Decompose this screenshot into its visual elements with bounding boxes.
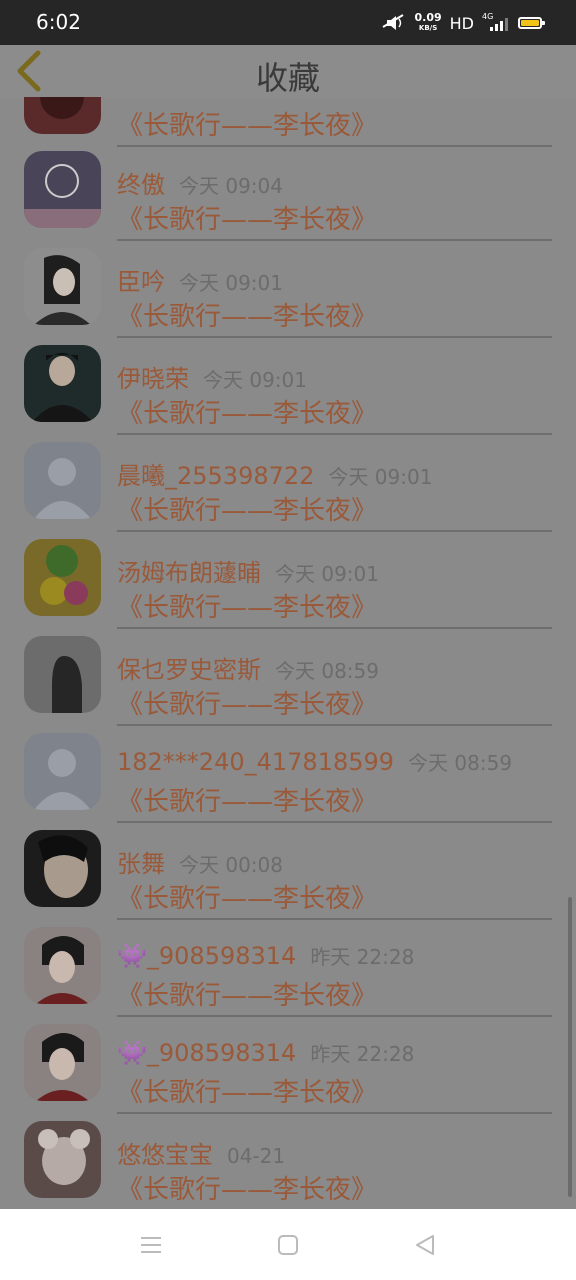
network-speed: 0.09 KB/S [415,12,442,33]
user-name: 终傲 [117,171,165,199]
divider [117,1112,552,1114]
timestamp: 今天 09:01 [328,465,433,489]
book-title: 《长歌行——李长夜》 [117,111,378,141]
avatar [24,248,101,325]
book-title: 《长歌行——李长夜》 [117,787,378,817]
timestamp: 今天 09:01 [179,271,283,295]
favorites-list[interactable]: 《长歌行——李长夜》 终傲 今天 09:04 《长歌行——李长夜》 臣吟 今天 09… [0,97,576,1209]
book-title: 《长歌行——李长夜》 [117,981,378,1011]
avatar [24,830,101,907]
timestamp: 今天 08:59 [408,751,513,775]
book-title: 《长歌行——李长夜》 [117,302,378,332]
item-header: 终傲 今天 09:04 [117,165,283,200]
book-title: 《长歌行——李长夜》 [117,690,378,720]
avatar [24,1024,101,1101]
list-item[interactable]: 汤姆布朗蘧晡 今天 09:01 《长歌行——李长夜》 [0,539,576,636]
divider [117,1015,552,1017]
item-header: 伊晓荣 今天 09:01 [117,359,307,394]
user-name: 👾_908598314 [117,1039,297,1067]
user-name: 👾_908598314 [117,942,297,970]
user-name: 保乜罗史密斯 [117,656,261,684]
menu-icon[interactable] [139,1233,163,1257]
book-title: 《长歌行——李长夜》 [117,496,378,526]
avatar [24,636,101,713]
avatar [24,539,101,616]
timestamp: 今天 09:04 [179,174,283,198]
divider [117,918,552,920]
timestamp: 昨天 22:28 [310,945,415,969]
item-header: 臣吟 今天 09:01 [117,262,283,297]
timestamp: 今天 09:01 [275,562,379,586]
timestamp: 04-21 [227,1144,286,1168]
divider [117,433,552,435]
item-header: 182***240_417818599 今天 08:59 [117,747,512,776]
timestamp: 今天 00:08 [179,853,283,877]
user-name: 182***240_417818599 [117,748,395,776]
user-name: 晨曦_255398722 [117,462,315,490]
avatar-placeholder [24,733,101,810]
avatar [24,97,101,134]
system-nav-bar [0,1209,576,1280]
avatar-placeholder [24,442,101,519]
divider [117,145,552,147]
item-header: 汤姆布朗蘧晡 今天 09:01 [117,553,379,588]
book-title: 《长歌行——李长夜》 [117,1078,378,1108]
list-item[interactable]: 张舞 今天 00:08 《长歌行——李长夜》 [0,830,576,927]
hd-label: HD [449,13,474,33]
book-title: 《长歌行——李长夜》 [117,1175,378,1205]
status-icons: 0.09 KB/S HD 4G [381,8,545,38]
battery-icon [518,17,545,29]
user-name: 汤姆布朗蘧晡 [117,559,261,587]
divider [117,724,552,726]
list-item[interactable]: 182***240_417818599 今天 08:59 《长歌行——李长夜》 [0,733,576,830]
user-name: 悠悠宝宝 [117,1141,213,1169]
signal-icon: 4G [482,13,510,33]
divider [117,821,552,823]
divider [117,530,552,532]
list-item[interactable]: 终傲 今天 09:04 《长歌行——李长夜》 [0,151,576,248]
list-item[interactable]: 臣吟 今天 09:01 《长歌行——李长夜》 [0,248,576,345]
divider [117,627,552,629]
user-name: 伊晓荣 [117,365,189,393]
list-item[interactable]: 👾_908598314 昨天 22:28 《长歌行——李长夜》 [0,927,576,1024]
list-item[interactable]: 悠悠宝宝 04-21 《长歌行——李长夜》 [0,1121,576,1209]
item-header: 👾_908598314 昨天 22:28 [117,941,414,970]
list-item[interactable]: 《长歌行——李长夜》 [0,97,576,154]
avatar [24,345,101,422]
item-header: 张舞 今天 00:08 [117,844,283,879]
list-item[interactable]: 保乜罗史密斯 今天 08:59 《长歌行——李长夜》 [0,636,576,733]
item-header: 👾_908598314 昨天 22:28 [117,1038,414,1067]
list-item[interactable]: 👾_908598314 昨天 22:28 《长歌行——李长夜》 [0,1024,576,1121]
network-speed-unit: KB/S [418,24,438,32]
book-title: 《长歌行——李长夜》 [117,205,378,235]
app-bar: 收藏 [0,45,576,97]
back-icon[interactable] [413,1233,437,1257]
divider [117,336,552,338]
avatar [24,927,101,1004]
item-header: 保乜罗史密斯 今天 08:59 [117,650,379,685]
home-icon[interactable] [276,1233,300,1257]
divider [117,239,552,241]
list-item[interactable]: 伊晓荣 今天 09:01 《长歌行——李长夜》 [0,345,576,442]
book-title: 《长歌行——李长夜》 [117,593,378,623]
scrollbar[interactable] [568,897,572,1197]
item-header: 悠悠宝宝 04-21 [117,1135,285,1170]
timestamp: 今天 09:01 [203,368,307,392]
book-title: 《长歌行——李长夜》 [117,884,378,914]
user-name: 臣吟 [117,268,165,296]
page-title: 收藏 [255,59,320,97]
timestamp: 昨天 22:28 [310,1042,415,1066]
avatar [24,1121,101,1198]
status-bar: 6:02 0.09 KB/S HD 4G [0,0,576,45]
avatar [24,151,101,228]
list-item[interactable]: 晨曦_255398722 今天 09:01 《长歌行——李长夜》 [0,442,576,539]
book-title: 《长歌行——李长夜》 [117,399,378,429]
item-header: 晨曦_255398722 今天 09:01 [117,456,432,491]
status-time: 6:02 [36,10,81,34]
user-name: 张舞 [117,850,165,878]
mute-icon [381,14,404,30]
timestamp: 今天 08:59 [275,659,379,683]
